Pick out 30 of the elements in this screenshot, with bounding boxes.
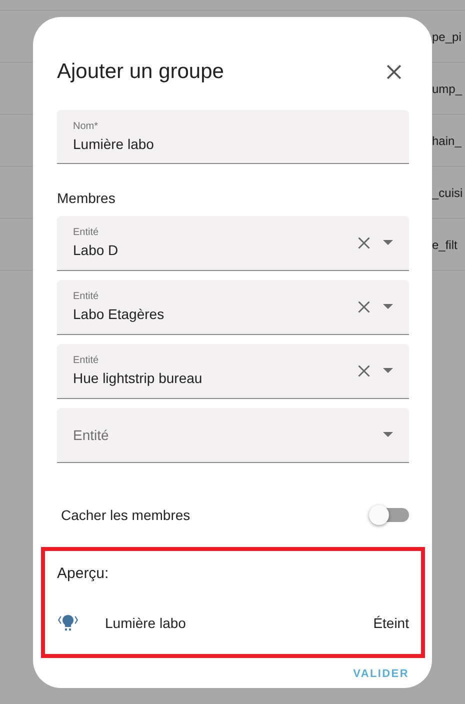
field-label: Entité [73,226,100,240]
field-value: Labo Etagères [73,305,166,324]
entity-state: Éteint [373,615,409,632]
dialog-title: Ajouter un groupe [57,60,224,84]
list-text: e_filt [432,238,458,252]
toggle-label: Cacher les membres [60,506,190,523]
list-text: ump_ [432,82,462,96]
list-text: hain_ [432,134,462,148]
dropdown-caret-icon[interactable] [383,432,393,438]
list-text: _cuisi [432,186,463,200]
bulb-icon [57,614,79,632]
name-field[interactable]: Nom* Lumière labo [57,110,409,164]
entity-field[interactable]: Entité Labo D [57,216,409,271]
dropdown-caret-icon[interactable] [383,240,393,246]
field-label: Nom* [73,120,100,133]
entity-field[interactable]: Entité Hue lightstrip bureau [57,344,409,399]
field-value: Lumière labo [73,134,155,153]
entity-field[interactable]: Entité Labo Etagères [57,280,409,335]
entity-field[interactable]: Entité [57,408,409,463]
field-value: Hue lightstrip bureau [73,369,204,388]
field-value: Labo D [73,241,120,260]
section-heading: Membres [57,188,116,208]
entity-name: Lumière labo [105,615,187,632]
list-text: pe_pi [432,30,462,44]
dropdown-caret-icon[interactable] [383,368,393,374]
field-label: Entité [73,290,100,304]
field-label: Entité [73,354,100,368]
preview-heading: Aperçu: [57,564,110,584]
dropdown-caret-icon[interactable] [383,304,393,310]
entity-input[interactable]: Entité [73,426,375,443]
